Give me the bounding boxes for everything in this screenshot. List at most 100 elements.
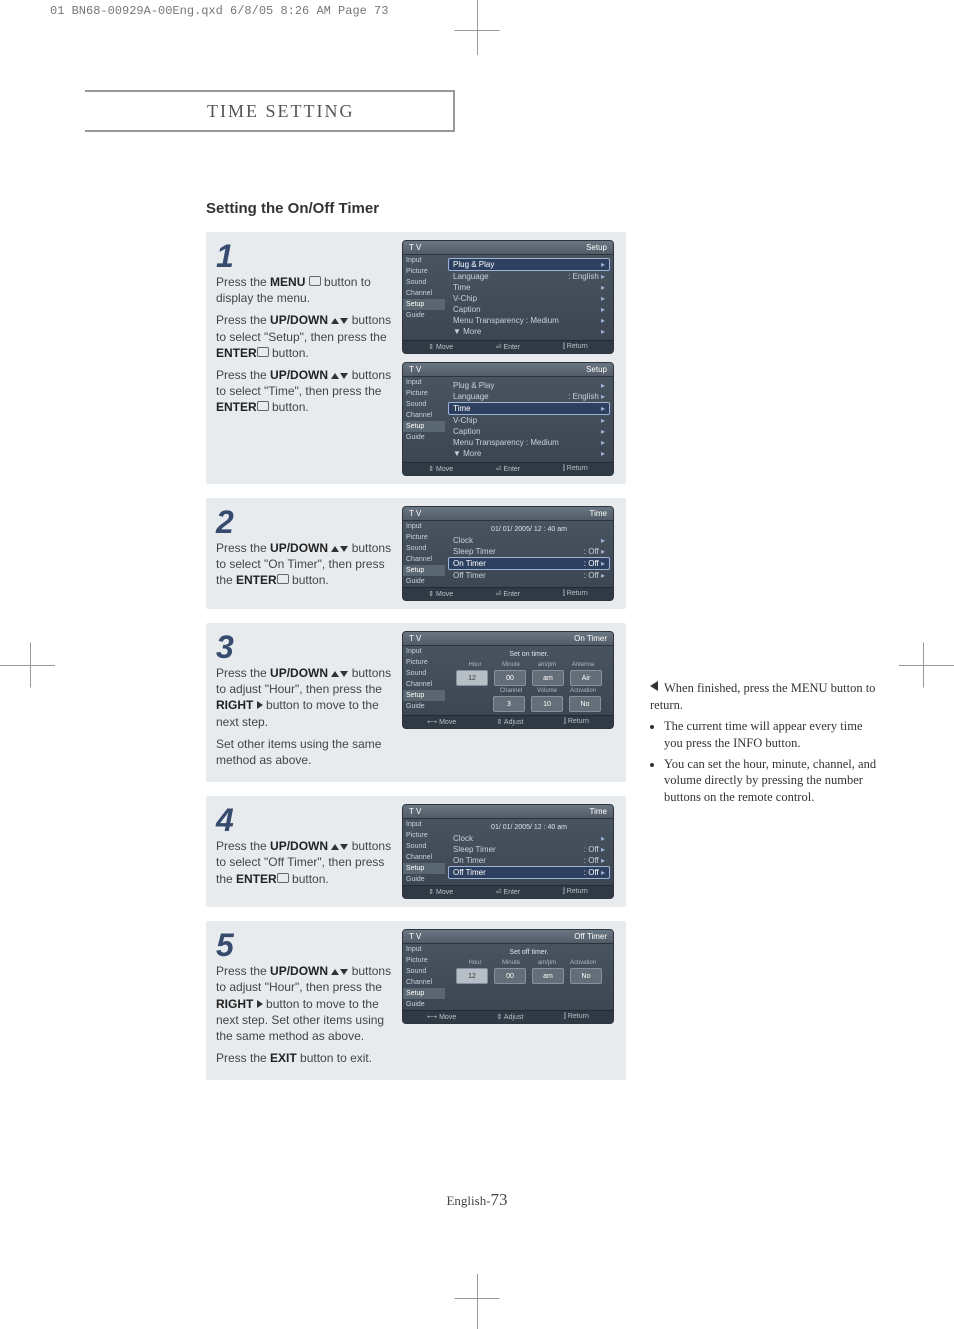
tv-param-label: Activation (568, 960, 598, 966)
tv-menu-row: V-Chip ▸ (449, 293, 609, 304)
tv-menu-row: V-Chip ▸ (449, 415, 609, 426)
tv-param-label: Hour (460, 960, 490, 966)
step-paragraph: Press the UP/DOWN buttons to adjust "Hou… (216, 963, 396, 1044)
tv-menu-row: Plug & Play ▸ (448, 258, 610, 271)
section-title: TIME SETTING (207, 101, 354, 122)
tv-side-item: Input (403, 377, 445, 388)
tv-param-value: am (532, 670, 564, 686)
step-text: 3Press the UP/DOWN buttons to adjust "Ho… (216, 631, 402, 774)
tv-side-item: Picture (403, 657, 445, 668)
tv-menu-row: Off Timer: Off ▸ (448, 866, 610, 879)
tv-center-note: Set off timer. (449, 947, 609, 958)
step-block: 5Press the UP/DOWN buttons to adjust "Ho… (206, 921, 626, 1080)
step-screens: T VTimeInputPictureSoundChannelSetupGuid… (402, 506, 616, 601)
tv-menu-row: Clock ▸ (449, 833, 609, 844)
tv-param-label: Minute (496, 662, 526, 668)
tv-titlebar: T VSetup (403, 241, 613, 255)
step-paragraph: Press the EXIT button to exit. (216, 1050, 396, 1066)
tv-side-item: Setup (403, 690, 445, 701)
tv-menu-row: Language: English ▸ (449, 391, 609, 402)
tv-side-nav: InputPictureSoundChannelSetupGuide (403, 255, 445, 340)
tv-footer: ⟷ Move ⇕ Adjust ⫿ Return (403, 1010, 613, 1023)
section-title-box: TIME SETTING (85, 90, 455, 132)
tv-footer-hint: ⫿ Return (564, 1013, 589, 1021)
tv-side-nav: InputPictureSoundChannelSetupGuide (403, 819, 445, 885)
tv-param-value: am (532, 968, 564, 984)
step-screens: T VOff TimerInputPictureSoundChannelSetu… (402, 929, 616, 1072)
tv-side-item: Picture (403, 388, 445, 399)
step-text: 4Press the UP/DOWN buttons to select "Of… (216, 804, 402, 899)
tv-main: 01/ 01/ 2005/ 12 : 40 amClock ▸Sleep Tim… (445, 819, 613, 885)
tv-side-item: Picture (403, 532, 445, 543)
step-screens: T VSetupInputPictureSoundChannelSetupGui… (402, 240, 616, 476)
crop-mark (455, 1298, 500, 1299)
tv-side-item: Guide (403, 999, 445, 1010)
tv-menu-row: Off Timer: Off ▸ (449, 570, 609, 581)
tv-param-value: 12 (456, 968, 488, 984)
side-note-item: The current time will appear every time … (664, 718, 880, 752)
tv-footer-hint: ⟷ Move (427, 1013, 456, 1021)
tv-datetime: 01/ 01/ 2005/ 12 : 40 am (449, 822, 609, 833)
tv-side-item: Channel (403, 554, 445, 565)
tv-footer-hint: ⫿ Return (563, 343, 588, 351)
step-paragraph: Press the MENU button to display the men… (216, 274, 396, 306)
tv-footer: ⟷ Move⇕ Adjust⫿ Return (403, 715, 613, 728)
tv-side-item: Setup (403, 299, 445, 310)
crop-mark (477, 1274, 478, 1329)
tv-side-item: Sound (403, 966, 445, 977)
tv-footer: ⇕ Move⏎ Enter⫿ Return (403, 340, 613, 353)
tv-side-item: Sound (403, 841, 445, 852)
tv-side-item: Channel (403, 852, 445, 863)
tv-param-label: Volume (532, 688, 562, 694)
step-screens: T VOn TimerInputPictureSoundChannelSetup… (402, 631, 616, 774)
tv-menu-row: Menu Transparency : Medium ▸ (449, 437, 609, 448)
step-paragraph: Press the UP/DOWN buttons to select "Tim… (216, 367, 396, 416)
step-block: 1Press the MENU button to display the me… (206, 232, 626, 484)
tv-footer-hint: ⇕ Move (428, 888, 453, 896)
tv-titlebar: T VSetup (403, 363, 613, 377)
triangle-left-icon (650, 681, 658, 691)
tv-screen: T VTimeInputPictureSoundChannelSetupGuid… (402, 506, 614, 601)
tv-param-value: No (570, 968, 602, 984)
tv-side-item: Setup (403, 421, 445, 432)
tv-menu-row: ▼ More ▸ (449, 448, 609, 459)
tv-footer-hint: ⟷ Move (427, 718, 456, 726)
tv-param-label: am/pm (532, 662, 562, 668)
tv-side-item: Picture (403, 266, 445, 277)
crop-mark (477, 0, 478, 55)
tv-menu-row: Plug & Play ▸ (449, 380, 609, 391)
tv-center-note: Set on timer. (449, 649, 609, 660)
step-paragraph: Press the UP/DOWN buttons to select "Off… (216, 838, 396, 887)
tv-side-item: Setup (403, 863, 445, 874)
tv-side-item: Channel (403, 977, 445, 988)
crop-mark (0, 665, 55, 666)
tv-datetime: 01/ 01/ 2005/ 12 : 40 am (449, 524, 609, 535)
tv-footer-hint: ⇕ Move (428, 343, 453, 351)
tv-param-value: No (569, 696, 601, 712)
tv-main: Plug & Play ▸Language: English ▸Time ▸V-… (445, 255, 613, 340)
crop-mark (455, 30, 500, 31)
tv-titlebar: T VTime (403, 507, 613, 521)
tv-menu-row: Caption ▸ (449, 426, 609, 437)
tv-param-label: Channel (496, 688, 526, 694)
tv-menu-row: Menu Transparency : Medium ▸ (449, 315, 609, 326)
tv-menu-row: Sleep Timer: Off ▸ (449, 844, 609, 855)
tv-screen: T VTimeInputPictureSoundChannelSetupGuid… (402, 804, 614, 899)
step-paragraph: Press the UP/DOWN buttons to adjust "Hou… (216, 665, 396, 730)
step-number: 3 (216, 631, 396, 663)
step-number: 2 (216, 506, 396, 538)
tv-menu-row: On Timer: Off ▸ (448, 557, 610, 570)
tv-footer-hint: ⇕ Adjust (497, 1013, 524, 1021)
tv-side-item: Input (403, 255, 445, 266)
tv-side-item: Sound (403, 277, 445, 288)
tv-titlebar: T VTime (403, 805, 613, 819)
tv-main: Set on timer.HourMinuteam/pmAntenna1200a… (445, 646, 613, 715)
tv-menu-row: Clock ▸ (449, 535, 609, 546)
tv-side-item: Picture (403, 830, 445, 841)
page-number: 73 (491, 1190, 508, 1209)
tv-footer: ⇕ Move⏎ Enter⫿ Return (403, 885, 613, 898)
step-block: 3Press the UP/DOWN buttons to adjust "Ho… (206, 623, 626, 782)
tv-screen: T VSetupInputPictureSoundChannelSetupGui… (402, 362, 614, 476)
tv-side-item: Sound (403, 543, 445, 554)
tv-param-label: Antenna (568, 662, 598, 668)
